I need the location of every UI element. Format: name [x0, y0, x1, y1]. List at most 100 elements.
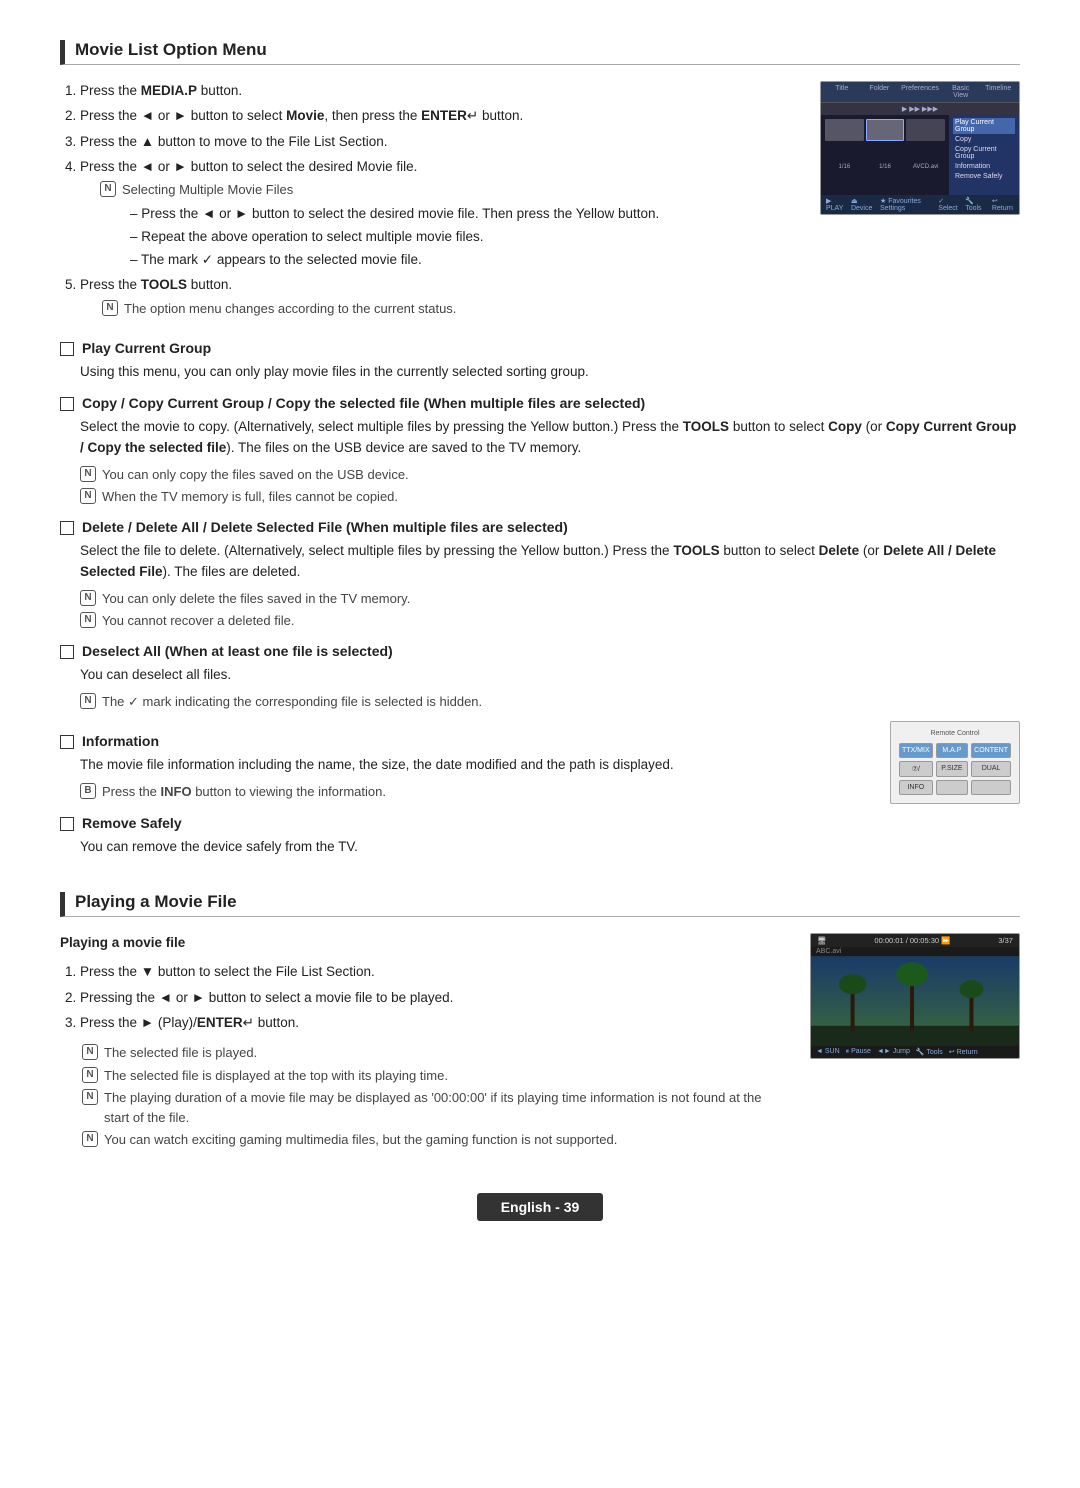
step5-note-text: The option menu changes according to the…: [124, 299, 456, 319]
note-icon-info: B: [80, 783, 96, 799]
checkbox-icon-6: [60, 817, 74, 831]
thumb-3: [906, 119, 945, 141]
tab-timeline: Timeline: [982, 85, 1014, 99]
remote-btn-empty1: [936, 780, 969, 795]
remote-label: Remote Control: [899, 730, 1011, 737]
sub-heading-remove: Remove Safely: [60, 815, 870, 831]
note-icon-5: N: [102, 300, 118, 316]
copy-note-2-text: When the TV memory is full, files cannot…: [102, 487, 398, 507]
sub-title-play-group: Play Current Group: [82, 340, 211, 356]
note-icon-ds1: N: [80, 693, 96, 709]
bottom-select: ✓ Select: [938, 197, 959, 212]
screen-bottom-bar: ▶ PLAY ⏏ Device ★ Favourites Settings ✓ …: [821, 195, 1019, 214]
tab-folder: Folder: [864, 85, 896, 99]
note-icon: N: [100, 181, 116, 197]
player-filename: ABC.avi: [816, 948, 841, 955]
sub-title-copy: Copy / Copy Current Group / Copy the sel…: [82, 395, 645, 411]
playing-row: Playing a movie file Press the ▼ button …: [60, 933, 1020, 1152]
sub-title-info: Information: [82, 733, 159, 749]
play-note-3-text: The playing duration of a movie file may…: [104, 1088, 790, 1127]
note-icon-d2: N: [80, 612, 96, 628]
deselect-body: You can deselect all files.: [80, 665, 1020, 686]
thumb-1: [825, 119, 864, 141]
deselect-note-1: N The ✓ mark indicating the correspondin…: [80, 692, 1020, 712]
copy-note-2: N When the TV memory is full, files cann…: [80, 487, 1020, 507]
play-group-body: Using this menu, you can only play movie…: [80, 362, 1020, 383]
tab-basic: Basic View: [945, 85, 977, 99]
bottom-fav: ★ Favourites Settings: [880, 197, 932, 212]
player-time: 00:00:01 / 00:05:30 ⏩: [874, 936, 950, 945]
note-icon-p3: N: [82, 1089, 98, 1105]
tab-title: Title: [826, 85, 858, 99]
player-filename-bar: ABC.avi: [811, 947, 1019, 956]
checkbox-icon-2: [60, 397, 74, 411]
copy-body: Select the movie to copy. (Alternatively…: [80, 417, 1020, 459]
menu-copy: Copy: [953, 135, 1015, 144]
play-note-2-text: The selected file is displayed at the to…: [104, 1066, 448, 1086]
remote-btn-content: CONTENT: [971, 743, 1011, 758]
screen-menu: Play Current Group Copy Copy Current Gro…: [949, 115, 1019, 195]
player-icon: 🖥: [817, 936, 827, 945]
footer: English - 39: [60, 1183, 1020, 1231]
remote-buttons-grid: TTX/MIX M.A.P CONTENT ⑦/ P.SIZE DUAL INF…: [899, 743, 1011, 795]
delete-note-1-text: You can only delete the files saved in t…: [102, 589, 410, 609]
player-bottom-bar: ◄ SUN ⏸ Pause ◄► Jump 🔧 Tools ↩ Return: [811, 1046, 1019, 1058]
player-bottom-pause: ⏸ Pause: [846, 1048, 871, 1056]
thumb-label-3: AVCD.avi: [906, 164, 945, 191]
play-step-2: Pressing the ◄ or ► button to select a m…: [80, 988, 790, 1008]
remote-btn-ttxmix: TTX/MIX: [899, 743, 933, 758]
information-row: Information The movie file information i…: [60, 721, 1020, 864]
note-icon-p2: N: [82, 1067, 98, 1083]
deselect-note-1-text: The ✓ mark indicating the corresponding …: [102, 692, 482, 712]
step4-note-text: Selecting Multiple Movie Files: [122, 180, 293, 200]
checkbox-icon-1: [60, 342, 74, 356]
playing-subsection-title: Playing a movie file: [60, 933, 790, 954]
sub-heading-play-group: Play Current Group: [60, 340, 1020, 356]
sub-title-deselect: Deselect All (When at least one file is …: [82, 643, 393, 659]
bottom-return: ↩ Return: [992, 197, 1014, 212]
step-5: Press the TOOLS button. N The option men…: [80, 275, 800, 318]
note-icon-c2: N: [80, 488, 96, 504]
screen-mockup: Title Folder Preferences Basic View Time…: [820, 81, 1020, 215]
info-body: The movie file information including the…: [80, 755, 870, 776]
screen-filter-bar: ▶ ▶▶ ▶▶▶: [821, 103, 1019, 115]
section-2: Playing a Movie File Playing a movie fil…: [60, 892, 1020, 1152]
section-1: Movie List Option Menu Press the MEDIA.P…: [60, 40, 1020, 864]
player-bottom-jump: ◄► Jump: [877, 1048, 910, 1056]
copy-note-1: N You can only copy the files saved on t…: [80, 465, 1020, 485]
step-2: Press the ◄ or ► button to select Movie,…: [80, 106, 800, 126]
note-icon-c1: N: [80, 466, 96, 482]
footer-text: English - 39: [501, 1199, 580, 1215]
delete-body: Select the file to delete. (Alternativel…: [80, 541, 1020, 583]
screen-top-bar: Title Folder Preferences Basic View Time…: [821, 82, 1019, 103]
play-step-1: Press the ▼ button to select the File Li…: [80, 962, 790, 982]
bottom-tools: 🔧 Tools: [965, 197, 986, 212]
delete-note-1: N You can only delete the files saved in…: [80, 589, 1020, 609]
thumb-2: [866, 119, 905, 141]
playing-steps: Press the ▼ button to select the File Li…: [60, 962, 790, 1033]
bottom-device: ⏏ Device: [851, 197, 874, 212]
checkbox-icon-4: [60, 645, 74, 659]
sub-heading-deselect: Deselect All (When at least one file is …: [60, 643, 1020, 659]
player-bottom-return: ↩ Return: [949, 1048, 978, 1056]
main-steps-list: Press the MEDIA.P button. Press the ◄ or…: [60, 81, 800, 318]
play-step-3: Press the ► (Play)/ENTER↵ button.: [80, 1013, 790, 1033]
sub-heading-copy: Copy / Copy Current Group / Copy the sel…: [60, 395, 1020, 411]
sub-step-3: The mark ✓ appears to the selected movie…: [130, 250, 800, 270]
screen-thumbs: 1/16 1/16 AVCD.avi: [821, 115, 949, 195]
menu-remove: Remove Safely: [953, 172, 1015, 181]
remote-btn-info: INFO: [899, 780, 933, 795]
bottom-play: ▶ PLAY: [826, 197, 845, 212]
play-note-1: N The selected file is played.: [82, 1043, 790, 1063]
remote-btn-empty2: [971, 780, 1011, 795]
play-note-2: N The selected file is displayed at the …: [82, 1066, 790, 1086]
checkbox-icon-5: [60, 735, 74, 749]
thumb-label-1: 1/16: [825, 164, 864, 191]
sub-steps-list: Press the ◄ or ► button to select the de…: [100, 204, 800, 271]
note-icon-p4: N: [82, 1131, 98, 1147]
player-bottom-tools: 🔧 Tools: [916, 1048, 943, 1056]
section1-content: Press the MEDIA.P button. Press the ◄ or…: [60, 81, 800, 328]
sub-title-remove: Remove Safely: [82, 815, 182, 831]
step4-note: N Selecting Multiple Movie Files: [100, 180, 800, 200]
player-video-area: [811, 956, 1019, 1046]
